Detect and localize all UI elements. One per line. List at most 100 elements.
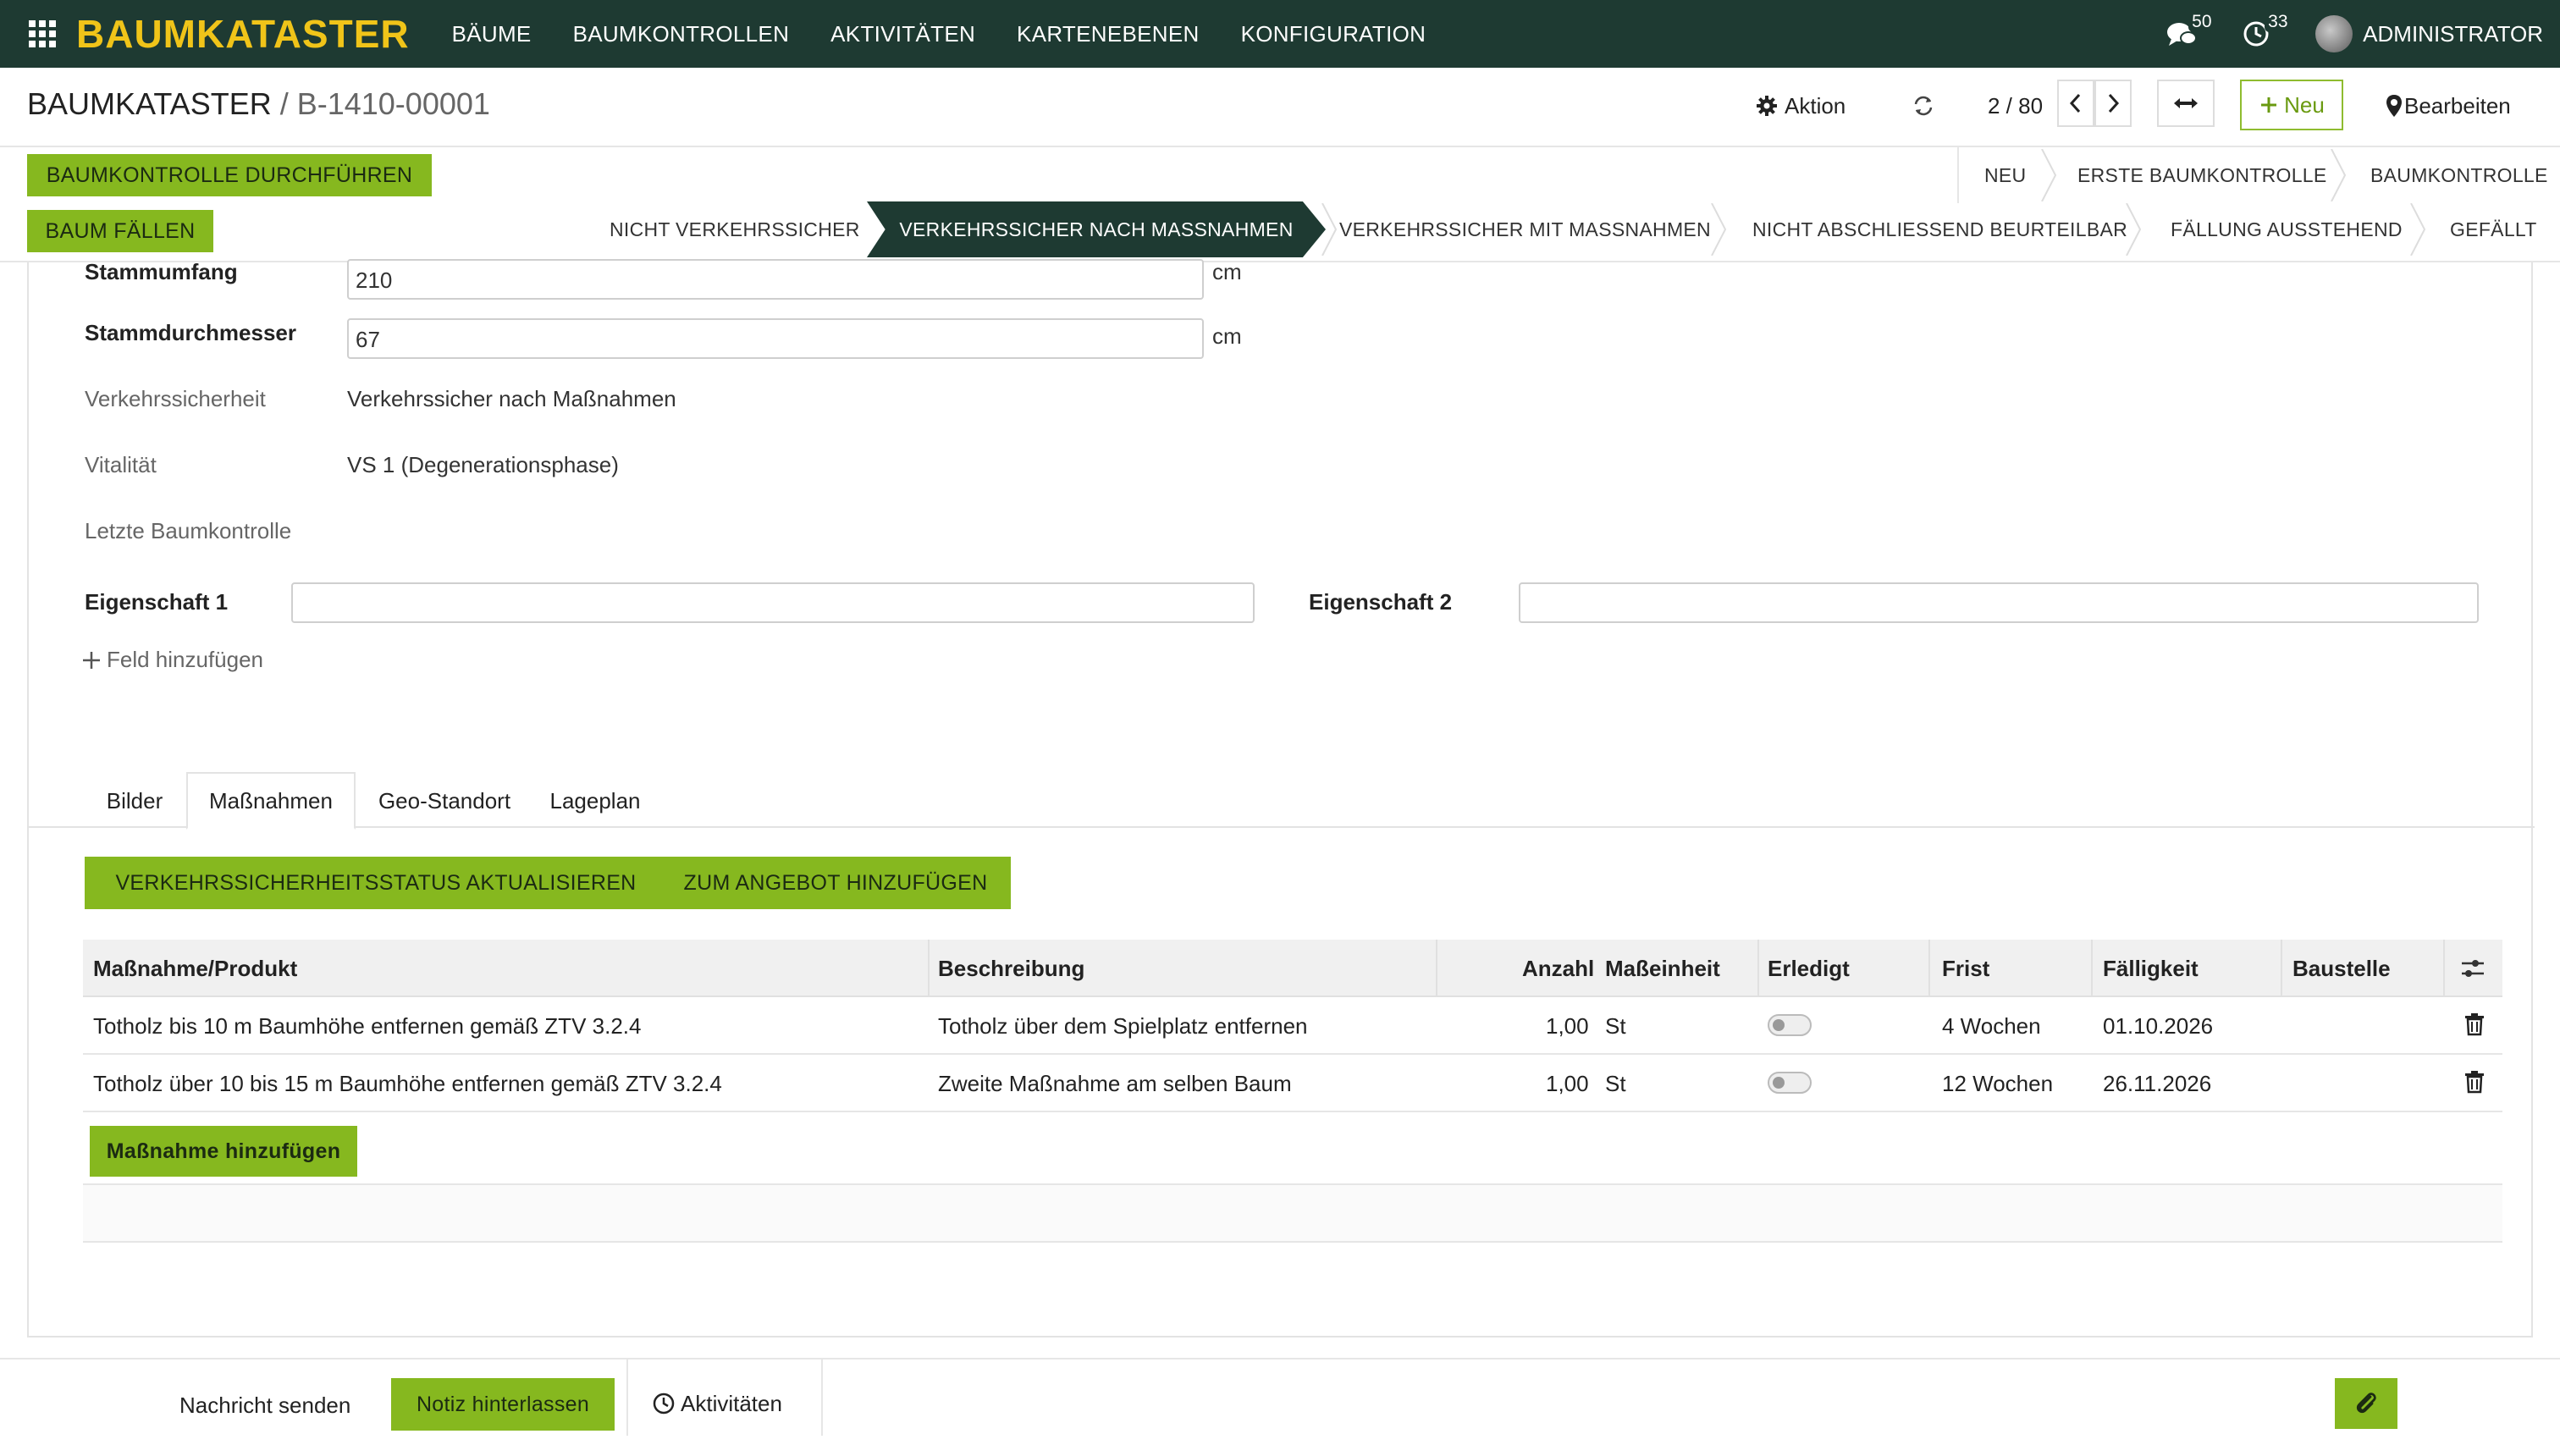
tab-lageplan[interactable]: Lageplan	[540, 772, 650, 830]
eigenschaft-2-input[interactable]	[1519, 582, 2479, 623]
brand-logo[interactable]: BAUMKATASTER	[76, 11, 410, 57]
activities-button[interactable]: 33	[2239, 12, 2292, 52]
eigenschaft-2-label: Eigenschaft 2	[1309, 589, 1453, 615]
tab-geo-standort[interactable]: Geo-Standort	[364, 772, 525, 830]
cell-produkt: Totholz bis 10 m Baumhöhe entfernen gemä…	[93, 1012, 642, 1039]
stammdurchmesser-label: Stammdurchmesser	[85, 320, 296, 345]
vitalitaet-label: Vitalität	[85, 452, 157, 477]
clock-icon	[653, 1393, 675, 1415]
stage-faellung-ausstehend[interactable]: FÄLLUNG AUSSTEHEND	[2171, 201, 2403, 257]
col-beschreibung[interactable]: Beschreibung	[938, 940, 1084, 997]
breadcrumb-current: B-1410-00001	[296, 86, 490, 121]
stage-chevron	[2126, 203, 2142, 256]
pager-previous-button[interactable]	[2057, 80, 2094, 127]
col-faelligkeit[interactable]: Fälligkeit	[2103, 940, 2199, 997]
stammumfang-label: Stammumfang	[85, 259, 238, 284]
stage-gefaellt[interactable]: GEFÄLLT	[2450, 201, 2537, 257]
cell-frist: 4 Wochen	[1942, 1012, 2041, 1039]
stage-chevron	[1711, 203, 1727, 256]
col-masseinheit[interactable]: Maßeinheit	[1605, 940, 1720, 997]
breadcrumb-separator: /	[271, 86, 297, 121]
column-divider	[2443, 940, 2445, 997]
expand-width-button[interactable]	[2157, 80, 2215, 127]
col-massnahme-produkt[interactable]: Maßnahme/Produkt	[93, 940, 297, 997]
letzte-baumkontrolle-label: Letzte Baumkontrolle	[85, 518, 292, 543]
tab-massnahmen[interactable]: Maßnahmen	[186, 772, 356, 830]
cell-beschreibung: Totholz über dem Spielplatz entfernen	[938, 1012, 1308, 1039]
fell-tree-button[interactable]: BAUM FÄLLEN	[27, 210, 213, 252]
new-record-button[interactable]: Neu	[2240, 80, 2343, 130]
action-label: Aktion	[1785, 92, 1846, 119]
col-erledigt[interactable]: Erledigt	[1768, 940, 1850, 997]
stage-nicht-abschliessend-beurteilbar[interactable]: NICHT ABSCHLIESSEND BEURTEILBAR	[1752, 201, 2127, 257]
messages-button[interactable]: 50	[2163, 12, 2215, 52]
vitalitaet-value: VS 1 (Degenerationsphase)	[347, 452, 619, 477]
erledigt-toggle[interactable]	[1768, 1072, 1812, 1094]
table-row[interactable]: Totholz über 10 bis 15 m Baumhöhe entfer…	[83, 1055, 2502, 1112]
chevron-right-icon	[2108, 93, 2120, 113]
perform-tree-control-button[interactable]: BAUMKONTROLLE DURCHFÜHREN	[27, 154, 432, 196]
stage-nicht-verkehrssicher[interactable]: NICHT VERKEHRSSICHER	[610, 201, 860, 257]
main-menu: BÄUME BAUMKONTROLLEN AKTIVITÄTEN KARTENE…	[452, 21, 1468, 47]
add-measure-button[interactable]: Maßnahme hinzufügen	[90, 1126, 357, 1177]
column-divider	[1436, 940, 1437, 997]
activities-chatter-button[interactable]: Aktivitäten	[652, 1376, 782, 1431]
menu-item-baeume[interactable]: BÄUME	[452, 21, 532, 47]
chevron-left-icon	[2069, 93, 2081, 113]
control-panel: BAUMKATASTER / B-1410-00001 Aktion 2 / 8…	[0, 68, 2560, 147]
stage-erste-baumkontrolle[interactable]: ERSTE BAUMKONTROLLE	[2077, 147, 2327, 203]
send-message-button[interactable]: Nachricht senden	[179, 1378, 350, 1432]
stage-neu[interactable]: NEU	[1984, 147, 2026, 203]
pager-value[interactable]: 2 / 80	[1988, 85, 2043, 127]
column-settings-icon[interactable]	[2460, 957, 2486, 980]
eigenschaft-1-input[interactable]	[291, 582, 1255, 623]
trash-icon[interactable]	[2463, 1070, 2486, 1094]
reload-button[interactable]	[1912, 85, 1935, 127]
erledigt-toggle[interactable]	[1768, 1014, 1812, 1036]
stage-baumkontrolle[interactable]: BAUMKONTROLLE	[2370, 147, 2548, 203]
stage-divider	[1957, 147, 1959, 203]
menu-item-aktivitaeten[interactable]: AKTIVITÄTEN	[830, 21, 975, 47]
add-to-offer-button[interactable]: ZUM ANGEBOT HINZUFÜGEN	[660, 857, 1011, 909]
col-baustelle[interactable]: Baustelle	[2292, 940, 2391, 997]
messages-count-badge: 50	[2188, 12, 2215, 32]
verkehrssicherheit-value: Verkehrssicher nach Maßnahmen	[347, 386, 676, 411]
table-row[interactable]: Totholz bis 10 m Baumhöhe entfernen gemä…	[83, 997, 2502, 1055]
cell-produkt: Totholz über 10 bis 15 m Baumhöhe entfer…	[93, 1070, 722, 1096]
cell-anzahl: 1,00	[1546, 1012, 1589, 1039]
col-frist[interactable]: Frist	[1942, 940, 1989, 997]
stammdurchmesser-input[interactable]: 67	[347, 318, 1204, 359]
stage-verkehrssicher-mit-massnahmen[interactable]: VERKEHRSSICHER MIT MASSNAHMEN	[1339, 201, 1711, 257]
trash-icon[interactable]	[2463, 1012, 2486, 1036]
chatter-divider	[626, 1359, 628, 1436]
col-anzahl[interactable]: Anzahl	[1522, 940, 1594, 997]
action-button[interactable]: Aktion	[1756, 85, 1846, 127]
add-field-link[interactable]: Feld hinzufügen	[81, 647, 263, 673]
breadcrumb-root[interactable]: BAUMKATASTER	[27, 86, 272, 121]
user-avatar[interactable]	[2315, 15, 2353, 52]
edit-button[interactable]: Bearbeiten	[2386, 85, 2511, 127]
menu-item-kartenebenen[interactable]: KARTENEBENEN	[1017, 21, 1200, 47]
cell-anzahl: 1,00	[1546, 1070, 1589, 1096]
tab-bilder[interactable]: Bilder	[85, 772, 185, 830]
gear-icon	[1757, 96, 1777, 116]
table-footer-row	[83, 1185, 2502, 1243]
update-safety-status-button[interactable]: VERKEHRSSICHERHEITSSTATUS AKTUALISIEREN	[85, 857, 667, 909]
stammumfang-input[interactable]: 210	[347, 259, 1204, 300]
add-field-label: Feld hinzufügen	[107, 647, 264, 672]
stage-verkehrssicher-nach-massnahmen-active[interactable]: VERKEHRSSICHER NACH MASSNAHMEN	[867, 201, 1326, 257]
stage-chevron	[2041, 149, 2057, 201]
column-divider	[1928, 940, 1930, 997]
attach-file-button[interactable]	[2335, 1378, 2397, 1429]
edit-label: Bearbeiten	[2404, 92, 2511, 119]
menu-item-konfiguration[interactable]: KONFIGURATION	[1241, 21, 1426, 47]
cell-faelligkeit: 01.10.2026	[2103, 1012, 2214, 1039]
table-header: Maßnahme/Produkt Beschreibung Anzahl Maß…	[83, 940, 2502, 997]
apps-menu-icon[interactable]	[27, 19, 58, 49]
log-note-button[interactable]: Notiz hinterlassen	[391, 1378, 615, 1431]
pager-next-button[interactable]	[2094, 80, 2132, 127]
menu-item-baumkontrollen[interactable]: BAUMKONTROLLEN	[573, 21, 790, 47]
stammumfang-unit: cm	[1212, 259, 1242, 284]
user-menu[interactable]: ADMINISTRATOR	[2363, 21, 2543, 47]
column-divider	[928, 940, 930, 997]
